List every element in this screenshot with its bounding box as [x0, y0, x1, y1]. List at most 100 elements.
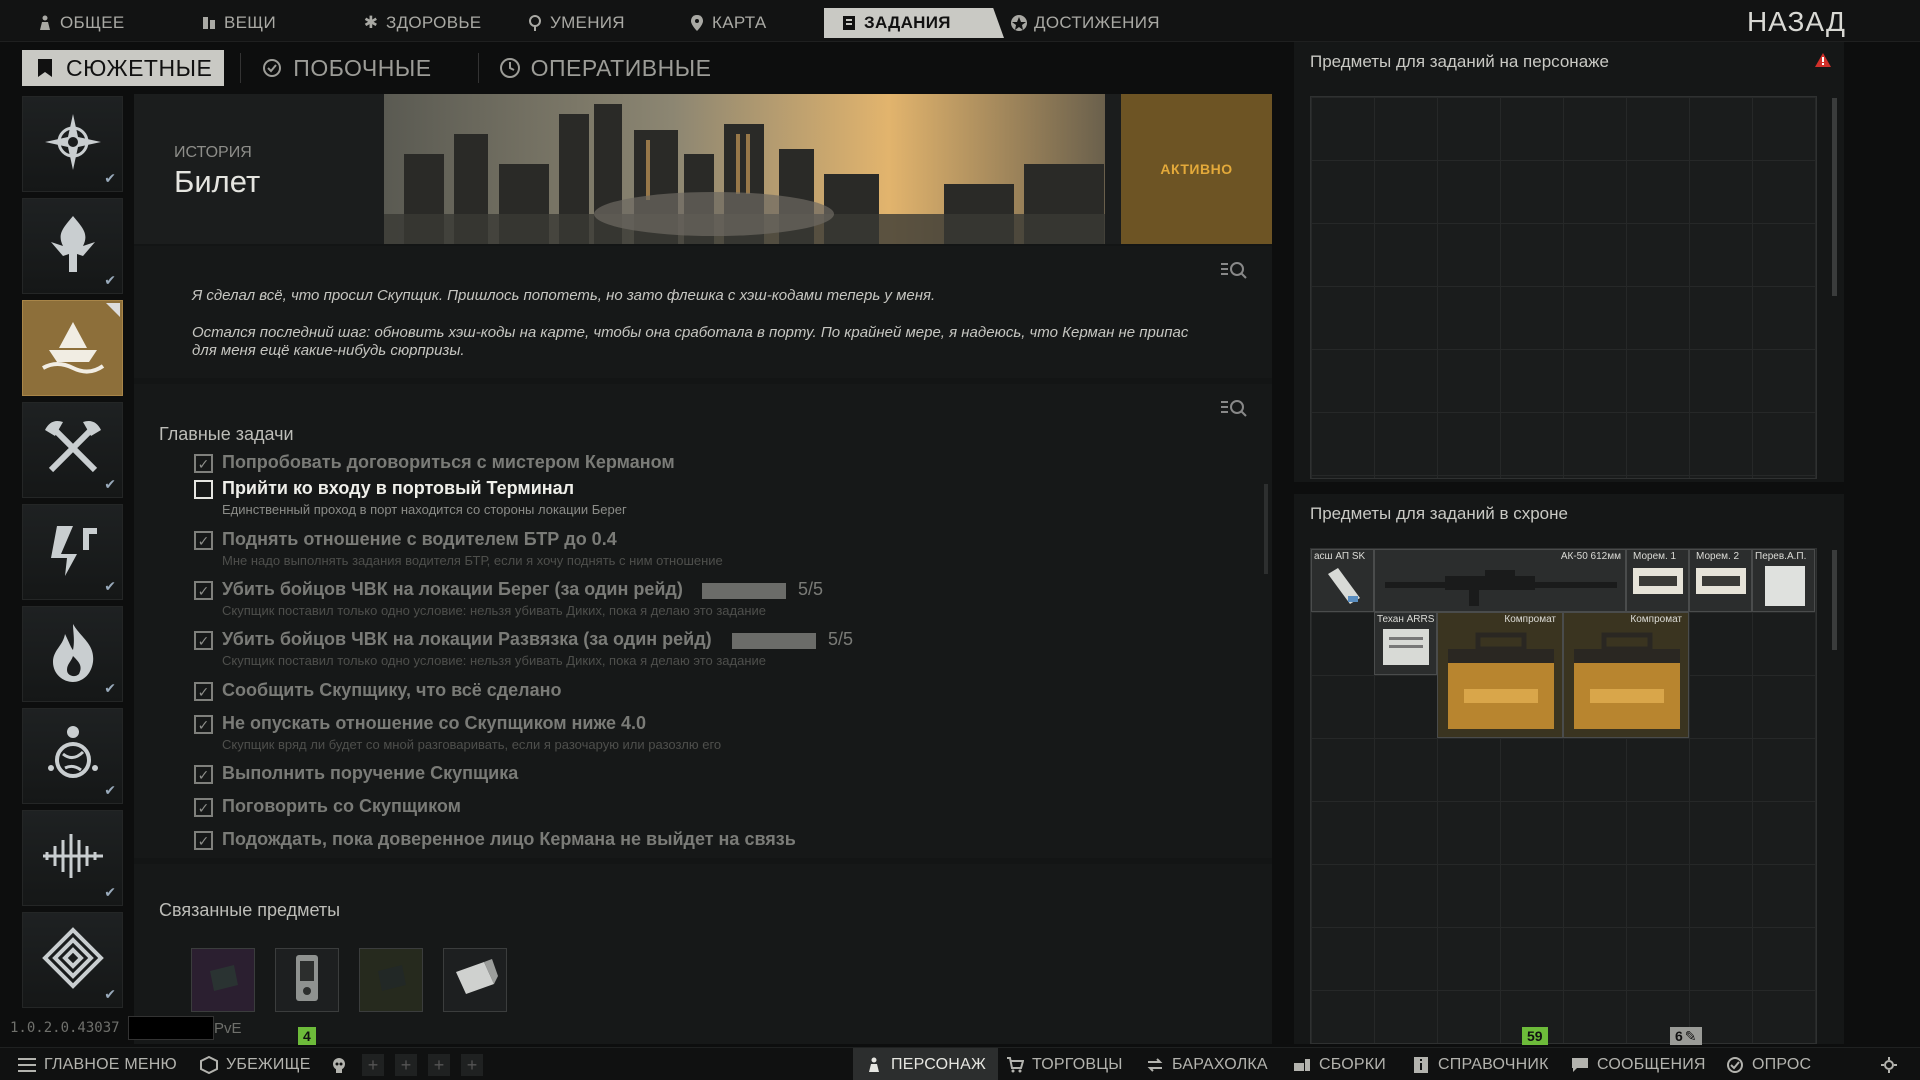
- tab-operational[interactable]: ОПЕРАТИВНЫЕ: [499, 50, 712, 86]
- stash-item[interactable]: Морем. 2: [1689, 549, 1752, 612]
- quest-item[interactable]: ✔: [22, 606, 123, 702]
- objective-progress-bar: [702, 583, 786, 599]
- ship-emblem-icon: [39, 316, 107, 381]
- checkbox: ✓: [194, 831, 213, 850]
- checkbox: ✓: [194, 454, 213, 473]
- checkbox: ✓: [194, 631, 213, 650]
- tab-divider: [240, 53, 242, 83]
- check-icon: ✔: [104, 578, 116, 594]
- panel-header: Предметы для заданий на персонаже: [1310, 52, 1609, 71]
- quest-item[interactable]: ✔: [22, 912, 123, 1008]
- add-slot-button[interactable]: +: [428, 1054, 450, 1076]
- globe-person-icon: [41, 722, 105, 791]
- tab-achievements[interactable]: ДОСТИЖЕНИЯ: [1010, 8, 1160, 38]
- back-button[interactable]: НАЗАД: [1747, 6, 1846, 38]
- description-paragraph: Остался последний шаг: обновить хэш-коды…: [192, 324, 1189, 359]
- quest-item[interactable]: ✔: [22, 198, 123, 294]
- objectives-scrollbar[interactable]: [1264, 484, 1268, 574]
- related-item[interactable]: [359, 948, 423, 1012]
- gear-icon: [1880, 1056, 1898, 1074]
- tab-side[interactable]: ПОБОЧНЫЕ: [261, 50, 431, 86]
- quest-title: Билет: [174, 164, 261, 199]
- objective-progress-count: 5/5: [798, 579, 824, 599]
- messages-button[interactable]: СООБЩЕНИЯ: [1571, 1048, 1706, 1080]
- fire-icon: [45, 620, 101, 689]
- stash-item[interactable]: Компромат: [1437, 612, 1563, 738]
- hideout-icon: [200, 1055, 218, 1074]
- tab-skills[interactable]: УМЕНИЯ: [526, 8, 625, 38]
- dark-card-icon: [206, 963, 240, 998]
- quest-category-tabs: СЮЖЕТНЫЕ ПОБОЧНЫЕ ОПЕРАТИВНЫЕ: [22, 50, 757, 86]
- description-paragraph: Я сделал всё, что просил Скупщик. Пришло…: [192, 287, 936, 304]
- panel-scrollbar[interactable]: [1832, 98, 1837, 296]
- main-menu-button[interactable]: ГЛАВНОЕ МЕНЮ: [18, 1048, 177, 1080]
- tab-map[interactable]: КАРТА: [688, 8, 766, 38]
- crossed-axes-icon: [41, 416, 105, 485]
- add-slot-button[interactable]: +: [395, 1054, 417, 1076]
- skull-icon[interactable]: [328, 1054, 350, 1076]
- panel-header: Предметы для заданий в схроне: [1310, 504, 1568, 523]
- tab-tasks[interactable]: ЗАДАНИЯ: [824, 8, 1004, 38]
- tab-divider: [477, 53, 479, 83]
- check-icon: ✔: [104, 476, 116, 492]
- tasks-icon: [840, 14, 858, 32]
- counter-badge: 6 ✎: [1670, 1027, 1702, 1045]
- add-slot-button[interactable]: +: [461, 1054, 483, 1076]
- zoom-icon[interactable]: [1220, 398, 1248, 423]
- stash-item[interactable]: АК-50 612мм: [1374, 549, 1626, 612]
- quest-item[interactable]: ✔: [22, 504, 123, 600]
- panel-scrollbar[interactable]: [1832, 550, 1837, 650]
- check-circle-icon: [261, 57, 283, 79]
- info-icon: [1412, 1056, 1430, 1074]
- quest-status-badge: АКТИВНО: [1121, 94, 1272, 244]
- hideout-button[interactable]: УБЕЖИЩЕ: [200, 1048, 311, 1080]
- character-items-grid[interactable]: [1310, 96, 1817, 479]
- maze-icon: [41, 926, 105, 995]
- add-slot-button[interactable]: +: [362, 1054, 384, 1076]
- quest-item[interactable]: [22, 300, 123, 396]
- handbook-button[interactable]: СПРАВОЧНИК: [1412, 1048, 1549, 1080]
- items-icon: [200, 14, 218, 32]
- cart-icon: [1006, 1056, 1024, 1074]
- related-items-header: Связанные предметы: [159, 900, 341, 920]
- survey-button[interactable]: ОПРОС: [1726, 1048, 1811, 1080]
- map-pin-icon: [688, 14, 706, 32]
- zoom-icon[interactable]: [1220, 260, 1248, 285]
- game-mode: PvE: [214, 1020, 242, 1037]
- quest-item[interactable]: ✔: [22, 96, 123, 192]
- new-marker-icon: [106, 303, 120, 317]
- quest-item[interactable]: ✔: [22, 810, 123, 906]
- stash-item[interactable]: Морем. 1: [1626, 549, 1689, 612]
- counter-badge: 4: [298, 1027, 316, 1045]
- checkbox: ✓: [194, 765, 213, 784]
- stash-item[interactable]: Техан ARRS: [1374, 612, 1437, 675]
- checkbox: ✓: [194, 682, 213, 701]
- person-icon: [36, 14, 54, 32]
- flea-market-button[interactable]: БАРАХОЛКА: [1146, 1048, 1268, 1080]
- tab-health[interactable]: ✱ ЗДОРОВЬЕ: [362, 8, 481, 38]
- tab-items[interactable]: ВЕЩИ: [200, 8, 276, 38]
- related-item[interactable]: [443, 948, 507, 1012]
- stash-items-grid[interactable]: асш АП SK АК-50 612мм Морем. 1 Морем. 2 …: [1310, 548, 1817, 1044]
- chat-icon: [1571, 1056, 1589, 1074]
- achievements-icon: [1010, 14, 1028, 32]
- tab-general[interactable]: ОБЩЕЕ: [36, 8, 125, 38]
- warning-icon: [1814, 52, 1832, 73]
- quest-item[interactable]: ✔: [22, 708, 123, 804]
- related-item[interactable]: [191, 948, 255, 1012]
- quest-item[interactable]: ✔: [22, 402, 123, 498]
- stash-item[interactable]: асш АП SK: [1311, 549, 1374, 612]
- related-item[interactable]: [275, 948, 339, 1012]
- lightning-icon: [43, 520, 103, 585]
- builds-button[interactable]: СБОРКИ: [1293, 1048, 1386, 1080]
- hidden-nickname: [128, 1016, 214, 1040]
- settings-button[interactable]: [1880, 1048, 1906, 1080]
- dark-flash-icon: [374, 963, 408, 998]
- check-icon: ✔: [104, 782, 116, 798]
- exchange-icon: [1146, 1056, 1164, 1074]
- traders-button[interactable]: ТОРГОВЦЫ: [1006, 1048, 1123, 1080]
- tab-story[interactable]: СЮЖЕТНЫЕ: [22, 50, 225, 86]
- stash-item[interactable]: Перев.А.П.: [1752, 549, 1815, 612]
- stash-item[interactable]: Компромат: [1563, 612, 1689, 738]
- character-button[interactable]: ПЕРСОНАЖ: [853, 1048, 998, 1080]
